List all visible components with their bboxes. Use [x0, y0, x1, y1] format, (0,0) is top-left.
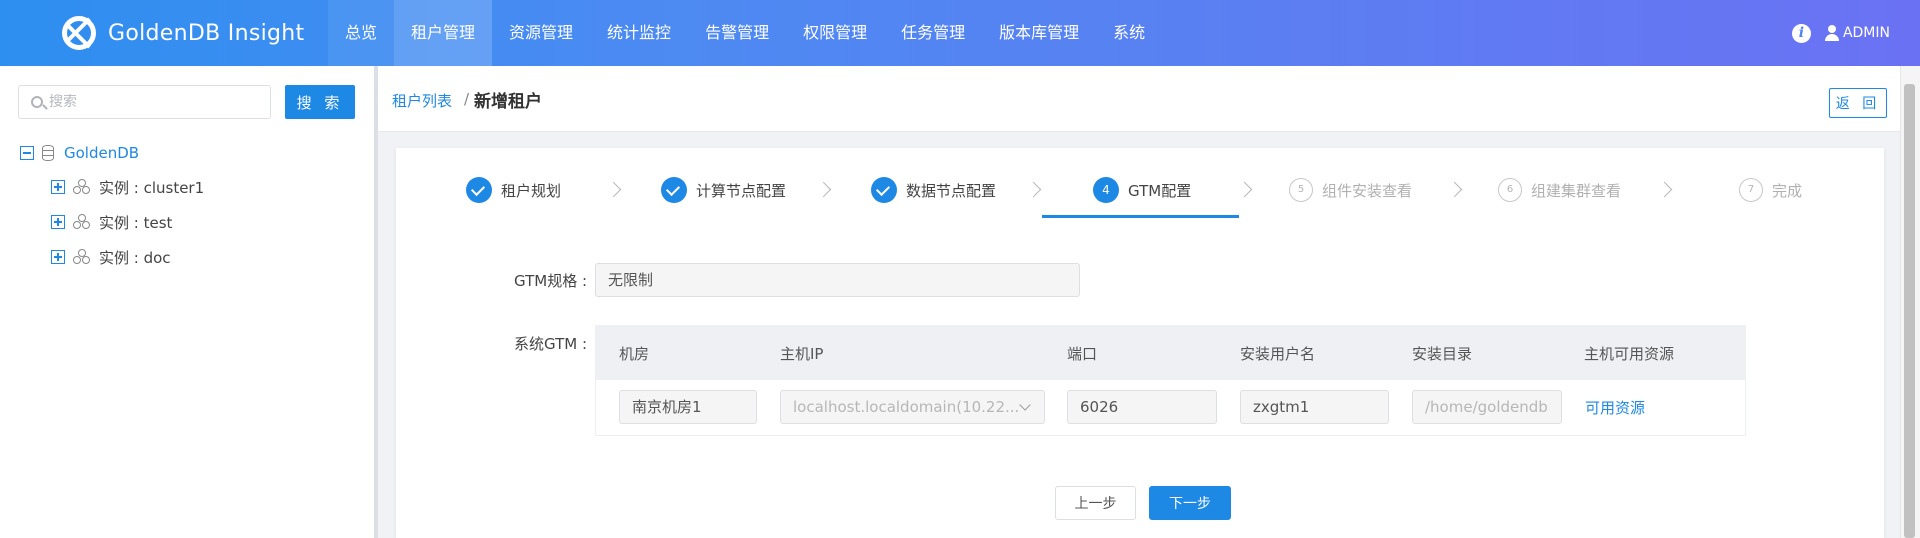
- tree-node-root[interactable]: GoldenDB: [20, 141, 139, 165]
- cluster-icon: [73, 179, 91, 195]
- cluster-icon: [73, 249, 91, 265]
- search-button[interactable]: 搜 索: [285, 85, 355, 119]
- column-header-port: 端口: [1067, 345, 1098, 363]
- search-box[interactable]: [18, 85, 271, 119]
- step-label: 数据节点配置: [906, 181, 997, 200]
- install-user-field[interactable]: zxgtm1: [1240, 390, 1389, 424]
- chevron-right-icon: [815, 181, 832, 198]
- tree-node-label[interactable]: 实例 : test: [99, 212, 172, 233]
- brand[interactable]: GoldenDB Insight: [62, 14, 304, 52]
- tree-node-label[interactable]: 实例 : doc: [99, 247, 171, 268]
- port-field[interactable]: 6026: [1067, 390, 1217, 424]
- expand-icon[interactable]: [51, 180, 65, 194]
- check-icon: [871, 177, 897, 203]
- column-header-host-ip: 主机IP: [780, 345, 824, 363]
- nav-item-task-management[interactable]: 任务管理: [884, 0, 982, 66]
- user-menu[interactable]: ADMIN: [1824, 25, 1890, 41]
- expand-icon[interactable]: [51, 250, 65, 264]
- expand-icon[interactable]: [51, 215, 65, 229]
- next-step-button[interactable]: 下一步: [1149, 486, 1231, 520]
- user-name: ADMIN: [1842, 25, 1890, 41]
- column-header-host-resource: 主机可用资源: [1584, 345, 1675, 363]
- step-finish[interactable]: 7 完成: [1739, 178, 1802, 202]
- active-step-underline: [1042, 215, 1239, 218]
- breadcrumb-separator: /: [464, 90, 470, 108]
- tree-node-label[interactable]: 实例 : cluster1: [99, 177, 204, 198]
- step-cluster-build-view[interactable]: 6 组建集群查看: [1498, 178, 1621, 202]
- room-field[interactable]: 南京机房1: [619, 390, 757, 424]
- step-number: 4: [1093, 177, 1119, 203]
- column-header-install-dir: 安装目录: [1412, 345, 1473, 363]
- search-input[interactable]: [49, 94, 249, 110]
- nav-item-resource-management[interactable]: 资源管理: [492, 0, 590, 66]
- brand-name: GoldenDB Insight: [108, 20, 305, 46]
- prev-step-button[interactable]: 上一步: [1055, 486, 1136, 520]
- step-label: 计算节点配置: [696, 181, 787, 200]
- user-icon: [1824, 25, 1839, 41]
- step-label: 租户规划: [501, 181, 562, 200]
- collapse-icon[interactable]: [20, 146, 34, 160]
- system-gtm-label: 系统GTM :: [514, 335, 588, 353]
- tree-node-test[interactable]: 实例 : test: [51, 210, 172, 234]
- step-gtm-config[interactable]: 4 GTM配置: [1093, 177, 1192, 203]
- nav-item-permission-management[interactable]: 权限管理: [786, 0, 884, 66]
- nav-item-statistics-monitoring[interactable]: 统计监控: [590, 0, 688, 66]
- gtm-spec-label: GTM规格 :: [514, 272, 588, 290]
- top-navbar: GoldenDB Insight 总览 租户管理 资源管理 统计监控 告警管理 …: [0, 0, 1920, 66]
- step-label: 组建集群查看: [1531, 181, 1622, 200]
- scrollbar-thumb[interactable]: [1904, 84, 1915, 538]
- nav-item-version-repository[interactable]: 版本库管理: [982, 0, 1096, 66]
- step-tenant-planning[interactable]: 租户规划: [466, 177, 562, 203]
- nav-item-overview[interactable]: 总览: [328, 0, 395, 66]
- step-number: 6: [1498, 178, 1522, 202]
- step-number: 7: [1739, 178, 1763, 202]
- chevron-right-icon: [605, 181, 622, 198]
- step-data-node-config[interactable]: 数据节点配置: [871, 177, 997, 203]
- breadcrumb-bar: 租户列表 / 新增租户 返 回: [378, 66, 1900, 132]
- info-icon[interactable]: i: [1791, 23, 1811, 43]
- available-resource-link[interactable]: 可用资源: [1585, 397, 1645, 418]
- chevron-right-icon: [1446, 181, 1463, 198]
- step-component-install-view[interactable]: 5 组件安装查看: [1289, 178, 1412, 202]
- chevron-right-icon: [1236, 181, 1253, 198]
- page-title: 新增租户: [474, 92, 542, 112]
- header-right: i ADMIN: [1791, 0, 1890, 66]
- cluster-icon: [73, 214, 91, 230]
- sidebar: 搜 索 GoldenDB 实例 : cluster1 实例 : test: [0, 66, 374, 538]
- column-header-install-user: 安装用户名: [1240, 345, 1316, 363]
- tree-node-cluster1[interactable]: 实例 : cluster1: [51, 175, 204, 199]
- check-icon: [661, 177, 687, 203]
- database-icon: [42, 145, 54, 161]
- gtm-spec-field[interactable]: 无限制: [595, 263, 1080, 297]
- tree-root-label[interactable]: GoldenDB: [64, 144, 139, 162]
- nav-item-alarm-management[interactable]: 告警管理: [688, 0, 786, 66]
- step-number: 5: [1289, 178, 1313, 202]
- chevron-right-icon: [1025, 181, 1042, 198]
- step-label: GTM配置: [1128, 181, 1192, 200]
- check-icon: [466, 177, 492, 203]
- step-label: 组件安装查看: [1322, 181, 1413, 200]
- breadcrumb-tenant-list[interactable]: 租户列表: [392, 90, 452, 111]
- back-button[interactable]: 返 回: [1829, 88, 1887, 118]
- host-ip-select[interactable]: localhost.localdomain(10.22...: [780, 390, 1045, 424]
- main-nav: 总览 租户管理 资源管理 统计监控 告警管理 权限管理 任务管理 版本库管理 系…: [328, 0, 1162, 66]
- wizard-steps: 租户规划 计算节点配置 数据节点配置 4 GTM配置 5 组件安装查看 6 组建…: [396, 168, 1884, 220]
- nav-item-system[interactable]: 系统: [1096, 0, 1162, 66]
- goldendb-logo-icon: [62, 16, 96, 50]
- search-icon: [31, 96, 43, 108]
- chevron-right-icon: [1656, 181, 1673, 198]
- install-dir-field[interactable]: /home/goldendb: [1412, 390, 1562, 424]
- column-header-room: 机房: [619, 345, 650, 363]
- tree-node-doc[interactable]: 实例 : doc: [51, 245, 171, 269]
- step-label: 完成: [1772, 181, 1803, 200]
- nav-item-tenant-management[interactable]: 租户管理: [394, 0, 493, 66]
- step-compute-node-config[interactable]: 计算节点配置: [661, 177, 787, 203]
- gtm-table-header: [595, 325, 1746, 380]
